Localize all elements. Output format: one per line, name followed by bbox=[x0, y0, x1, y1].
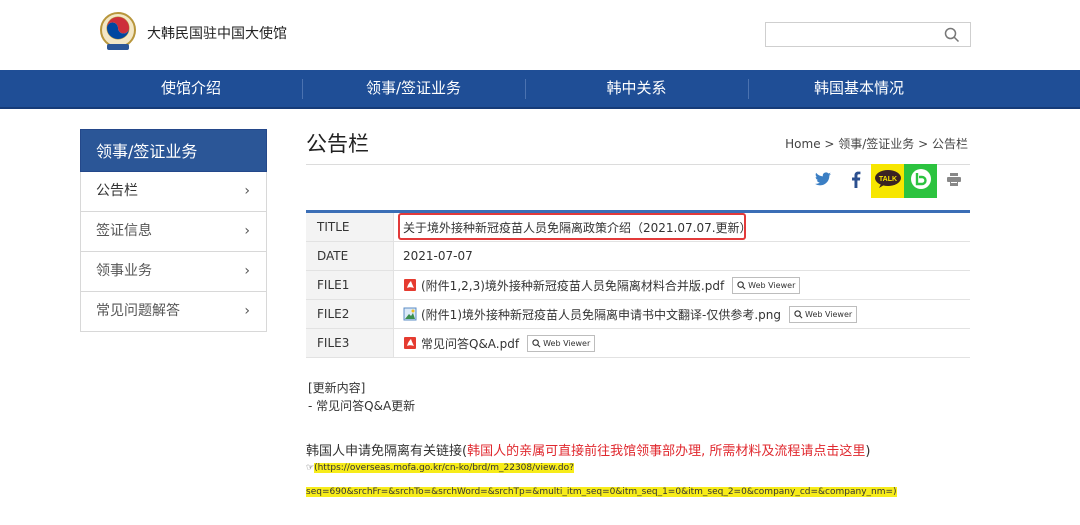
band-icon bbox=[910, 168, 932, 194]
chevron-right-icon: › bbox=[244, 303, 250, 319]
row-label: FILE2 bbox=[306, 300, 394, 328]
url-line-1[interactable]: ☞(https://overseas.mofa.go.kr/cn-ko/brd/… bbox=[306, 463, 574, 473]
site-title[interactable]: 大韩民国驻中国大使馆 bbox=[147, 23, 287, 43]
post-date: 2021-07-07 bbox=[403, 249, 473, 263]
nav-item-consular-visa[interactable]: 领事/签证业务 bbox=[302, 70, 525, 107]
print-button[interactable] bbox=[937, 164, 970, 198]
web-viewer-label: Web Viewer bbox=[748, 280, 796, 290]
kakaotalk-share-button[interactable]: TALK bbox=[871, 164, 904, 198]
embassy-emblem-logo[interactable] bbox=[97, 11, 139, 53]
twitter-icon bbox=[814, 172, 831, 190]
link-red-text[interactable]: 韩国人的亲属可直接前往我馆领事部办理, 所需材料及流程请点击这里 bbox=[467, 444, 865, 459]
pdf-file-icon bbox=[403, 278, 417, 292]
sidebar-item-label: 签证信息 bbox=[96, 223, 152, 239]
sidebar-title: 领事/签证业务 bbox=[80, 129, 267, 172]
link-intro: 韩国人申请免隔离有关链接( bbox=[306, 444, 468, 459]
title-highlight-annotation bbox=[398, 213, 746, 240]
table-row-date: DATE 2021-07-07 bbox=[306, 242, 970, 271]
pointing-hand-icon: ☞ bbox=[306, 463, 315, 473]
row-label: FILE3 bbox=[306, 329, 394, 357]
file-link[interactable]: (附件1)境外接种新冠疫苗人员免隔离申请书中文翻译-仅供参考.png bbox=[421, 306, 781, 323]
sidebar: 领事/签证业务 公告栏 › 签证信息 › 领事业务 › 常见问题解答 › bbox=[80, 129, 267, 332]
table-row-file: FILE3 常见问答Q&A.pdf Web Viewer bbox=[306, 329, 970, 358]
update-heading: [更新内容] bbox=[308, 381, 366, 395]
sidebar-item-consular-services[interactable]: 领事业务 › bbox=[80, 252, 267, 292]
nav-item-embassy-intro[interactable]: 使馆介绍 bbox=[80, 70, 302, 107]
row-label: FILE1 bbox=[306, 271, 394, 299]
chevron-right-icon: › bbox=[244, 183, 250, 199]
sidebar-item-label: 公告栏 bbox=[96, 183, 138, 199]
print-icon bbox=[946, 172, 961, 190]
link-close: ) bbox=[865, 444, 871, 459]
nav-item-korea-china-relations[interactable]: 韩中关系 bbox=[525, 70, 748, 107]
url-text[interactable]: seq=690&srchFr=&srchTo=&srchWord=&srchTp… bbox=[306, 487, 897, 497]
web-viewer-button[interactable]: Web Viewer bbox=[789, 305, 858, 323]
breadcrumb[interactable]: Home > 领事/签证业务 > 公告栏 bbox=[785, 135, 968, 152]
search-icon[interactable] bbox=[944, 27, 960, 43]
sidebar-item-faq[interactable]: 常见问题解答 › bbox=[80, 292, 267, 332]
sidebar-item-bulletin[interactable]: 公告栏 › bbox=[80, 172, 267, 212]
link-intro-text: 韩国人申请免隔离有关链接(韩国人的亲属可直接前往我馆领事部办理, 所需材料及流程… bbox=[306, 440, 870, 459]
sidebar-item-visa-info[interactable]: 签证信息 › bbox=[80, 212, 267, 252]
update-item: - 常见问答Q&A更新 bbox=[308, 399, 416, 413]
kakaotalk-icon: TALK bbox=[874, 169, 902, 193]
main-nav: 使馆介绍 领事/签证业务 韩中关系 韩国基本情况 bbox=[0, 70, 1080, 109]
image-file-icon bbox=[403, 307, 417, 321]
twitter-share-button[interactable] bbox=[806, 164, 839, 198]
band-share-button[interactable] bbox=[904, 164, 937, 198]
facebook-share-button[interactable] bbox=[839, 164, 872, 198]
file-link[interactable]: 常见问答Q&A.pdf bbox=[421, 335, 519, 352]
web-viewer-label: Web Viewer bbox=[805, 309, 853, 319]
search-icon bbox=[532, 338, 541, 347]
url-text[interactable]: (https://overseas.mofa.go.kr/cn-ko/brd/m… bbox=[314, 463, 574, 473]
svg-text:TALK: TALK bbox=[878, 176, 896, 183]
chevron-right-icon: › bbox=[244, 263, 250, 279]
update-notes: [更新内容] - 常见问答Q&A更新 bbox=[308, 379, 415, 415]
nav-item-korea-basics[interactable]: 韩国基本情况 bbox=[748, 70, 970, 107]
header: 大韩民国驻中国大使馆 bbox=[0, 0, 1080, 70]
file-link[interactable]: (附件1,2,3)境外接种新冠疫苗人员免隔离材料合并版.pdf bbox=[421, 277, 724, 294]
table-row-file: FILE2 (附件1)境外接种新冠疫苗人员免隔离申请书中文翻译-仅供参考.png… bbox=[306, 300, 970, 329]
search-icon bbox=[737, 280, 746, 289]
table-row-file: FILE1 (附件1,2,3)境外接种新冠疫苗人员免隔离材料合并版.pdf We… bbox=[306, 271, 970, 300]
web-viewer-label: Web Viewer bbox=[543, 338, 591, 348]
row-label: DATE bbox=[306, 242, 394, 270]
sidebar-item-label: 领事业务 bbox=[96, 263, 152, 279]
pdf-file-icon bbox=[403, 336, 417, 350]
chevron-right-icon: › bbox=[244, 223, 250, 239]
web-viewer-button[interactable]: Web Viewer bbox=[527, 334, 596, 352]
search-input[interactable] bbox=[765, 22, 971, 47]
facebook-icon bbox=[851, 171, 861, 192]
row-label: TITLE bbox=[306, 213, 394, 241]
sidebar-item-label: 常见问题解答 bbox=[96, 303, 180, 319]
web-viewer-button[interactable]: Web Viewer bbox=[732, 276, 801, 294]
search-icon bbox=[794, 309, 803, 318]
url-line-2[interactable]: seq=690&srchFr=&srchTo=&srchWord=&srchTp… bbox=[306, 487, 897, 497]
page-title: 公告栏 bbox=[306, 132, 369, 156]
